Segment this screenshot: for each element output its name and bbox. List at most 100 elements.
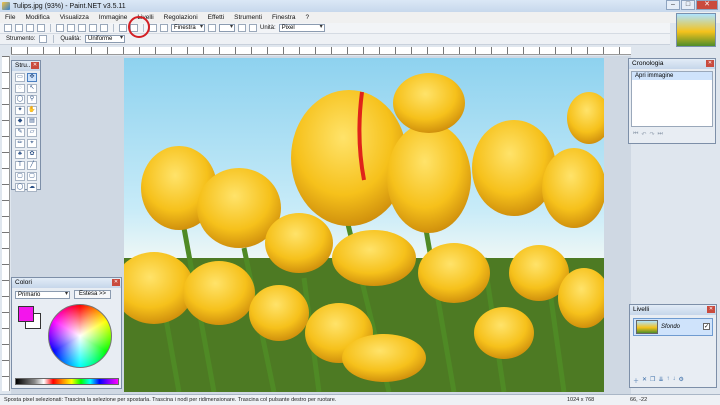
freeform-shape-icon[interactable]: ☁ xyxy=(27,183,37,192)
rounded-rectangle-icon[interactable]: ▢ xyxy=(27,172,37,181)
image-size: 1024 x 768 xyxy=(567,397,595,403)
history-list: Apri immagine xyxy=(631,71,713,127)
paste-icon[interactable] xyxy=(78,24,86,32)
save-icon[interactable] xyxy=(26,24,34,32)
window-controls: – □ ✕ xyxy=(666,0,718,10)
cursor-coordinates: 66, -22 xyxy=(630,397,648,403)
rectangle-select-icon[interactable]: ▭ xyxy=(15,73,25,82)
text-icon[interactable]: T xyxy=(15,161,25,170)
undo-icon[interactable]: ↶ xyxy=(641,131,646,138)
move-selection-icon[interactable] xyxy=(39,35,48,43)
delete-layer-icon[interactable]: ✕ xyxy=(642,376,647,385)
zoom-select[interactable] xyxy=(219,24,235,32)
history-panel: Cronologia ✕ Apri immagine ⏮ ↶ ↷ ⏭ xyxy=(628,58,716,144)
close-button[interactable]: ✕ xyxy=(696,0,718,10)
close-icon[interactable]: ✕ xyxy=(112,279,120,286)
pan-icon[interactable]: ✋ xyxy=(27,106,37,115)
print-icon[interactable] xyxy=(37,24,45,32)
menu-effetti[interactable]: Effetti xyxy=(203,14,230,21)
layer-row[interactable]: Sfondo ✓ xyxy=(633,318,713,336)
move-up-icon[interactable]: ↑ xyxy=(666,376,669,385)
tools-grid: ▭ ✥ ◌ ↖ ◯ ⚲ ✦ ✋ ◆ ▤ ✎ ▱ ✏ ⌖ ♣ ✿ T ╱ ▢ ▢ … xyxy=(12,71,40,194)
pixel-grid-icon[interactable] xyxy=(249,24,257,32)
copy-icon[interactable] xyxy=(67,24,75,32)
ellipse-icon[interactable]: ◯ xyxy=(15,183,25,192)
crop-icon[interactable] xyxy=(89,24,97,32)
layers-buttons: ＋ ✕ ❐ ⇊ ↑ ↓ ⚙ xyxy=(633,376,684,385)
redo-icon[interactable]: ↷ xyxy=(649,131,654,138)
rewind-icon[interactable]: ⏮ xyxy=(633,131,638,138)
color-palette[interactable] xyxy=(15,378,119,385)
open-file-icon[interactable] xyxy=(15,24,23,32)
fast-forward-icon[interactable]: ⏭ xyxy=(657,131,662,138)
window-title: Tulips.jpg (93%) - Paint.NET v3.5.11 xyxy=(13,2,126,10)
move-selection-icon[interactable]: ✥ xyxy=(27,73,37,82)
minimize-button[interactable]: – xyxy=(666,0,680,10)
tulips-photo xyxy=(124,73,604,392)
layer-properties-icon[interactable]: ⚙ xyxy=(678,376,683,385)
color-mode-select[interactable]: Primario xyxy=(15,290,70,299)
move-selected-icon[interactable]: ↖ xyxy=(27,84,37,93)
color-wheel[interactable] xyxy=(48,304,112,368)
tools-panel-title: Stru... ✕ xyxy=(12,61,40,71)
eraser-icon[interactable]: ▱ xyxy=(27,128,37,137)
ellipse-select-icon[interactable]: ◯ xyxy=(15,95,25,104)
quality-select[interactable]: Uniforme xyxy=(85,35,126,43)
status-message: Sposta pixel selezionati: Trascina la se… xyxy=(4,397,337,403)
menu-modifica[interactable]: Modifica xyxy=(20,14,54,21)
clone-stamp-icon[interactable]: ♣ xyxy=(15,150,25,159)
zoom-tool-icon[interactable]: ⚲ xyxy=(27,95,37,104)
lasso-icon[interactable]: ◌ xyxy=(15,84,25,93)
layer-visibility-checkbox[interactable]: ✓ xyxy=(703,323,710,330)
rectangle-icon[interactable]: ▢ xyxy=(15,172,25,181)
history-panel-title: Cronologia ✕ xyxy=(629,59,715,69)
deselect-icon[interactable] xyxy=(100,24,108,32)
layer-thumbnail xyxy=(636,320,658,334)
line-curve-icon[interactable]: ╱ xyxy=(27,161,37,170)
duplicate-layer-icon[interactable]: ❐ xyxy=(650,376,655,385)
color-picker-icon[interactable]: ⌖ xyxy=(27,139,37,148)
recolor-icon[interactable]: ✿ xyxy=(27,150,37,159)
canvas-image[interactable] xyxy=(124,58,604,392)
menu-bar: File Modifica Visualizza Immagine Livell… xyxy=(0,12,720,23)
grid-icon[interactable] xyxy=(149,24,157,32)
menu-help[interactable]: ? xyxy=(300,14,314,21)
new-file-icon[interactable] xyxy=(4,24,12,32)
close-icon[interactable]: ✕ xyxy=(707,306,715,313)
history-item[interactable]: Apri immagine xyxy=(632,72,712,80)
menu-strumenti[interactable]: Strumenti xyxy=(229,14,267,21)
paint-bucket-icon[interactable]: ◆ xyxy=(15,117,25,126)
toolbar-separator xyxy=(53,35,55,43)
rulers-icon[interactable] xyxy=(238,24,246,32)
maximize-button[interactable]: □ xyxy=(681,0,695,10)
paintbrush-icon[interactable]: ✎ xyxy=(15,128,25,137)
menu-visualizza[interactable]: Visualizza xyxy=(55,14,94,21)
unit-select[interactable]: Pixel xyxy=(278,24,325,32)
menu-file[interactable]: File xyxy=(0,14,20,21)
merge-layer-icon[interactable]: ⇊ xyxy=(658,376,663,385)
layers-panel-title: Livelli ✕ xyxy=(630,305,716,315)
main-toolbar: Finestra Unità: Pixel xyxy=(0,23,670,34)
layers-panel: Livelli ✕ Sfondo ✓ ＋ ✕ ❐ ⇊ ↑ ↓ ⚙ xyxy=(629,304,717,388)
horizontal-ruler xyxy=(11,47,631,55)
image-thumbnail[interactable] xyxy=(676,13,716,47)
close-icon[interactable]: ✕ xyxy=(706,60,714,67)
menu-immagine[interactable]: Immagine xyxy=(94,14,133,21)
menu-finestra[interactable]: Finestra xyxy=(267,14,300,21)
undo-icon[interactable] xyxy=(119,24,127,32)
app-icon xyxy=(2,2,10,10)
window-select[interactable]: Finestra xyxy=(171,24,205,32)
close-icon[interactable]: ✕ xyxy=(31,62,39,69)
menu-regolazioni[interactable]: Regolazioni xyxy=(159,14,203,21)
gradient-icon[interactable]: ▤ xyxy=(27,117,37,126)
more-colors-button[interactable]: Estesa >> xyxy=(74,290,112,299)
title-bar: Tulips.jpg (93%) - Paint.NET v3.5.11 – □… xyxy=(0,0,720,12)
cut-icon[interactable] xyxy=(56,24,64,32)
pencil-icon[interactable]: ✏ xyxy=(15,139,25,148)
magic-wand-icon[interactable]: ✦ xyxy=(15,106,25,115)
move-down-icon[interactable]: ↓ xyxy=(672,376,675,385)
primary-color-swatch[interactable] xyxy=(18,306,34,322)
add-layer-icon[interactable]: ＋ xyxy=(633,376,639,385)
zoom-icon[interactable] xyxy=(208,24,216,32)
window-select-icon[interactable] xyxy=(160,24,168,32)
